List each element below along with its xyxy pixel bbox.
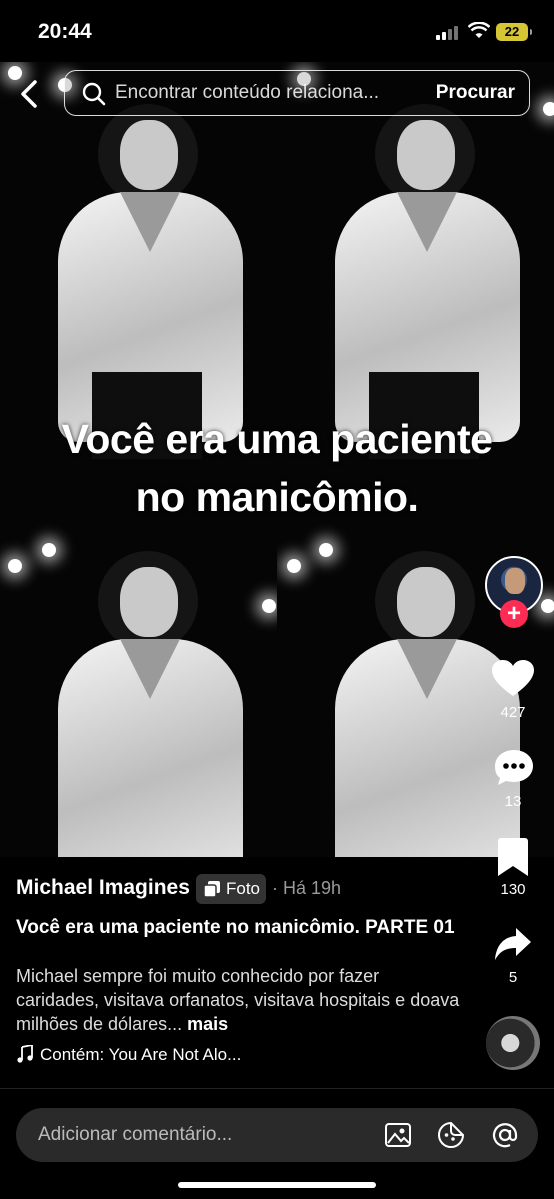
cellular-signal-icon xyxy=(436,24,462,40)
description-text: Michael sempre foi muito conhecido por f… xyxy=(16,966,460,1034)
wifi-icon xyxy=(468,22,490,38)
image-icon[interactable] xyxy=(384,1121,412,1149)
follow-plus-icon[interactable]: + xyxy=(500,600,528,628)
photo-tile xyxy=(0,62,277,460)
comment-icon[interactable] xyxy=(494,748,534,786)
like-count: 427 xyxy=(500,704,526,721)
post-description[interactable]: Michael sempre foi muito conhecido por f… xyxy=(16,964,462,1036)
sticker-icon[interactable] xyxy=(437,1121,465,1149)
photo-tile xyxy=(277,62,554,460)
comment-input[interactable]: Adicionar comentário... xyxy=(38,1108,232,1162)
music-note-icon xyxy=(17,1045,33,1063)
search-button[interactable]: Procurar xyxy=(436,71,515,115)
clock: 20:44 xyxy=(38,20,92,43)
status-bar: 20:44 22 xyxy=(0,0,554,62)
music-title: Contém: You Are Not Alo... xyxy=(40,1045,242,1064)
bookmark-icon[interactable] xyxy=(498,838,528,876)
post-photo[interactable]: Você era uma paciente no manicômio. xyxy=(0,62,554,857)
photo-caption-overlay: Você era uma paciente no manicômio. xyxy=(0,410,554,526)
comment-bar[interactable]: Adicionar comentário... xyxy=(16,1108,538,1162)
music-row[interactable]: Contém: You Are Not Alo... xyxy=(16,1045,241,1065)
search-icon xyxy=(82,82,106,106)
divider xyxy=(0,1088,554,1089)
post-title: Você era uma paciente no manicômio. PART… xyxy=(16,917,455,938)
save-count: 130 xyxy=(500,881,526,898)
mention-icon[interactable] xyxy=(491,1121,519,1149)
badge-label: Foto xyxy=(226,879,261,898)
more-link[interactable]: mais xyxy=(187,1014,228,1034)
battery-icon: 22 xyxy=(496,23,532,41)
back-arrow-icon[interactable] xyxy=(14,76,46,112)
share-icon[interactable] xyxy=(494,926,532,962)
home-indicator xyxy=(178,1182,376,1188)
post-time: · Há 19h xyxy=(272,878,342,898)
overlay-line-2: no manicômio. xyxy=(135,474,419,520)
heart-icon[interactable] xyxy=(492,660,534,698)
comment-count: 13 xyxy=(504,793,522,810)
share-count: 5 xyxy=(508,969,518,986)
photo-type-badge: Foto xyxy=(196,874,266,904)
photo-stack-icon xyxy=(204,881,220,897)
search-input[interactable]: Encontrar conteúdo relaciona... xyxy=(115,71,405,115)
sound-disc-avatar[interactable] xyxy=(486,1016,540,1070)
author-name[interactable]: Michael Imagines xyxy=(16,876,190,900)
overlay-line-1: Você era uma paciente xyxy=(61,416,493,462)
search-bar[interactable]: Encontrar conteúdo relaciona... Procurar xyxy=(64,70,530,116)
